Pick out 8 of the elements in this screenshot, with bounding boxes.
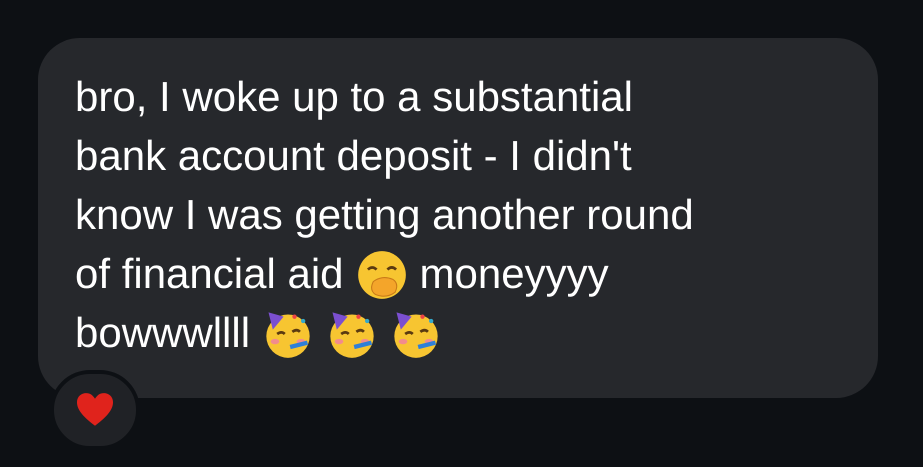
message-text: of financial aid [75,250,344,299]
heart-icon [77,393,113,427]
message-text: bowwwllll [75,309,250,358]
message-text: bank account deposit - I didn't [75,132,632,181]
emoji-icon [356,248,408,300]
message-text: bro, I woke up to a substantial [75,73,633,122]
message-text: moneyyyy [420,250,609,299]
message-text: know I was getting another round [75,191,694,240]
